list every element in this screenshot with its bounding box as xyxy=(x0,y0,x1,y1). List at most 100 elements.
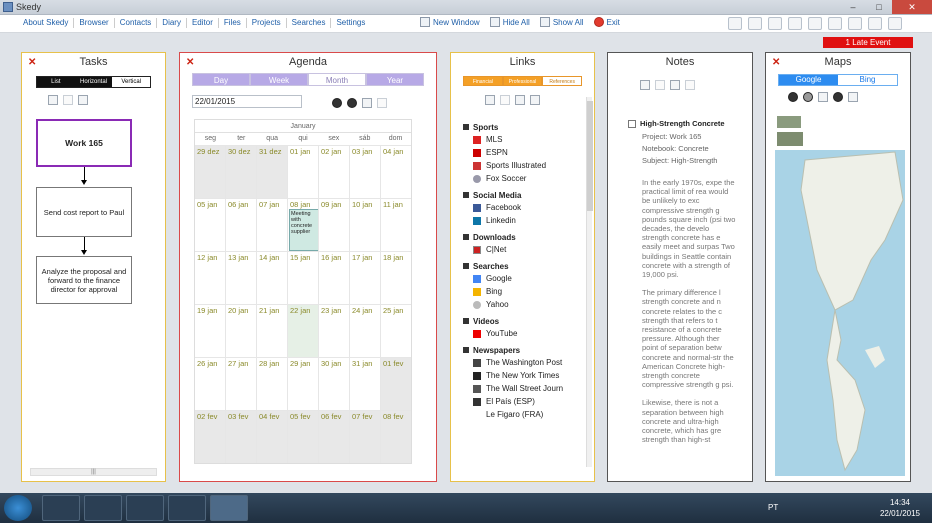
link-item[interactable]: Linkedin xyxy=(463,214,583,227)
tab-year[interactable]: Year xyxy=(366,73,424,86)
calendar-day[interactable]: 30 dez xyxy=(225,146,256,198)
wand-icon[interactable] xyxy=(377,98,387,108)
close-agenda-icon[interactable]: ✕ xyxy=(186,53,194,72)
calendar-day[interactable]: 20 jan xyxy=(225,305,256,357)
tab-references[interactable]: References xyxy=(542,76,583,86)
tool-icon-3[interactable] xyxy=(768,17,782,30)
calendar-day[interactable]: 24 jan xyxy=(349,305,380,357)
media-taskbar-icon[interactable] xyxy=(126,495,164,521)
exit-button[interactable]: Exit xyxy=(593,17,620,27)
add-link-icon[interactable] xyxy=(485,95,495,105)
note-body[interactable]: In the early 1970s, expe the practical l… xyxy=(642,178,736,448)
layout-horizontal[interactable]: Horizontal xyxy=(74,77,113,87)
delete-note-icon[interactable] xyxy=(655,80,665,90)
calendar-day[interactable]: 07 jan xyxy=(256,199,287,251)
firefox-taskbar-icon[interactable] xyxy=(168,495,206,521)
back-icon[interactable] xyxy=(788,92,798,102)
calendar-icon[interactable] xyxy=(362,98,372,108)
close-maps-icon[interactable]: ✕ xyxy=(772,53,780,72)
home-icon[interactable] xyxy=(848,92,858,102)
link-item[interactable]: El País (ESP) xyxy=(463,395,583,408)
wand-icon[interactable] xyxy=(63,95,73,105)
link-item[interactable]: Fox Soccer xyxy=(463,172,583,185)
link-group[interactable]: Social Media xyxy=(463,189,583,201)
tab-google-maps[interactable]: Google xyxy=(779,75,838,85)
close-window-button[interactable]: ✕ xyxy=(892,0,932,14)
calendar-day[interactable]: 05 jan xyxy=(195,199,225,251)
task-card[interactable]: Analyze the proposal and forward to the … xyxy=(36,256,132,304)
task-card[interactable]: Work 165 xyxy=(36,119,132,167)
map-view[interactable] xyxy=(775,110,905,476)
calendar-day[interactable]: 18 jan xyxy=(380,252,411,304)
calendar-event[interactable]: Meeting with concrete supplier xyxy=(289,209,318,251)
link-group[interactable]: Newspapers xyxy=(463,344,583,356)
calendar-day[interactable]: 17 jan xyxy=(349,252,380,304)
calendar-day[interactable]: 04 jan xyxy=(380,146,411,198)
late-event-badge[interactable]: 1 Late Event xyxy=(823,37,913,48)
minimize-button[interactable]: – xyxy=(840,0,866,14)
tool-icon-9[interactable] xyxy=(888,17,902,30)
calendar-day[interactable]: 11 jan xyxy=(380,199,411,251)
link-item[interactable]: Le Figaro (FRA) xyxy=(463,408,583,421)
tasks-hscrollbar[interactable]: ||| xyxy=(30,468,157,476)
tab-financial[interactable]: Financial xyxy=(463,76,503,86)
ie-taskbar-icon[interactable] xyxy=(42,495,80,521)
tool-icon-4[interactable] xyxy=(788,17,802,30)
calendar-day[interactable]: 08 fev xyxy=(380,411,411,463)
tool-icon-8[interactable] xyxy=(868,17,882,30)
link-group[interactable]: Downloads xyxy=(463,231,583,243)
tab-week[interactable]: Week xyxy=(250,73,308,86)
refresh-icon[interactable] xyxy=(818,92,828,102)
language-indicator[interactable]: PT xyxy=(768,503,778,512)
calendar-day[interactable]: 07 fev xyxy=(349,411,380,463)
close-tasks-icon[interactable]: ✕ xyxy=(28,53,36,72)
calendar-day[interactable]: 23 jan xyxy=(318,305,349,357)
checkbox-icon[interactable] xyxy=(685,80,695,90)
calendar-day-today[interactable]: 22 jan xyxy=(287,305,318,357)
tab-professional[interactable]: Professional xyxy=(502,76,543,86)
tab-bing-maps[interactable]: Bing xyxy=(838,75,897,85)
calendar-day[interactable]: 13 jan xyxy=(225,252,256,304)
link-item[interactable]: Facebook xyxy=(463,201,583,214)
link-item[interactable]: The New York Times xyxy=(463,369,583,382)
calendar-day[interactable]: 02 jan xyxy=(318,146,349,198)
link-group[interactable]: Videos xyxy=(463,315,583,327)
links-scrollbar[interactable] xyxy=(586,97,593,467)
calendar-day[interactable]: 25 jan xyxy=(380,305,411,357)
layout-vertical[interactable]: Vertical xyxy=(112,77,151,87)
stop-icon[interactable] xyxy=(833,92,843,102)
task-card[interactable]: Send cost report to Paul xyxy=(36,187,132,237)
note-header[interactable]: High-Strength Concrete xyxy=(628,119,725,128)
link-item[interactable]: Yahoo xyxy=(463,298,583,311)
hide-all-button[interactable]: Hide All xyxy=(489,17,530,27)
menu-searches[interactable]: Searches xyxy=(285,18,331,28)
link-group[interactable]: Sports xyxy=(463,121,583,133)
calendar-day[interactable]: 31 dez xyxy=(256,146,287,198)
calendar-day[interactable]: 29 jan xyxy=(287,358,318,410)
tool-icon-6[interactable] xyxy=(828,17,842,30)
calendar-day[interactable]: 03 jan xyxy=(349,146,380,198)
tool-icon-1[interactable] xyxy=(728,17,742,30)
calendar-day[interactable]: 21 jan xyxy=(256,305,287,357)
menu-about[interactable]: About Skedy xyxy=(18,18,73,28)
calendar-day[interactable]: 10 jan xyxy=(349,199,380,251)
calendar-day[interactable]: 01 fev xyxy=(380,358,411,410)
menu-projects[interactable]: Projects xyxy=(245,18,286,28)
link-group[interactable]: Searches xyxy=(463,260,583,272)
edit-note-icon[interactable] xyxy=(640,80,650,90)
skedy-taskbar-icon[interactable] xyxy=(210,495,248,521)
tab-month[interactable]: Month xyxy=(308,73,366,86)
menu-browser[interactable]: Browser xyxy=(73,18,113,28)
link-item[interactable]: Sports Illustrated xyxy=(463,159,583,172)
menu-contacts[interactable]: Contacts xyxy=(113,18,157,28)
calendar-day[interactable]: 16 jan xyxy=(318,252,349,304)
calendar-day[interactable]: 28 jan xyxy=(256,358,287,410)
calendar-day[interactable]: 19 jan xyxy=(195,305,225,357)
close-note-icon[interactable] xyxy=(670,80,680,90)
calendar-day[interactable]: 09 jan xyxy=(318,199,349,251)
link-item[interactable]: Bing xyxy=(463,285,583,298)
calendar-day[interactable]: 29 dez xyxy=(195,146,225,198)
prev-icon[interactable] xyxy=(332,98,342,108)
layout-list[interactable]: List xyxy=(37,77,75,87)
link-item[interactable]: C|Net xyxy=(463,243,583,256)
